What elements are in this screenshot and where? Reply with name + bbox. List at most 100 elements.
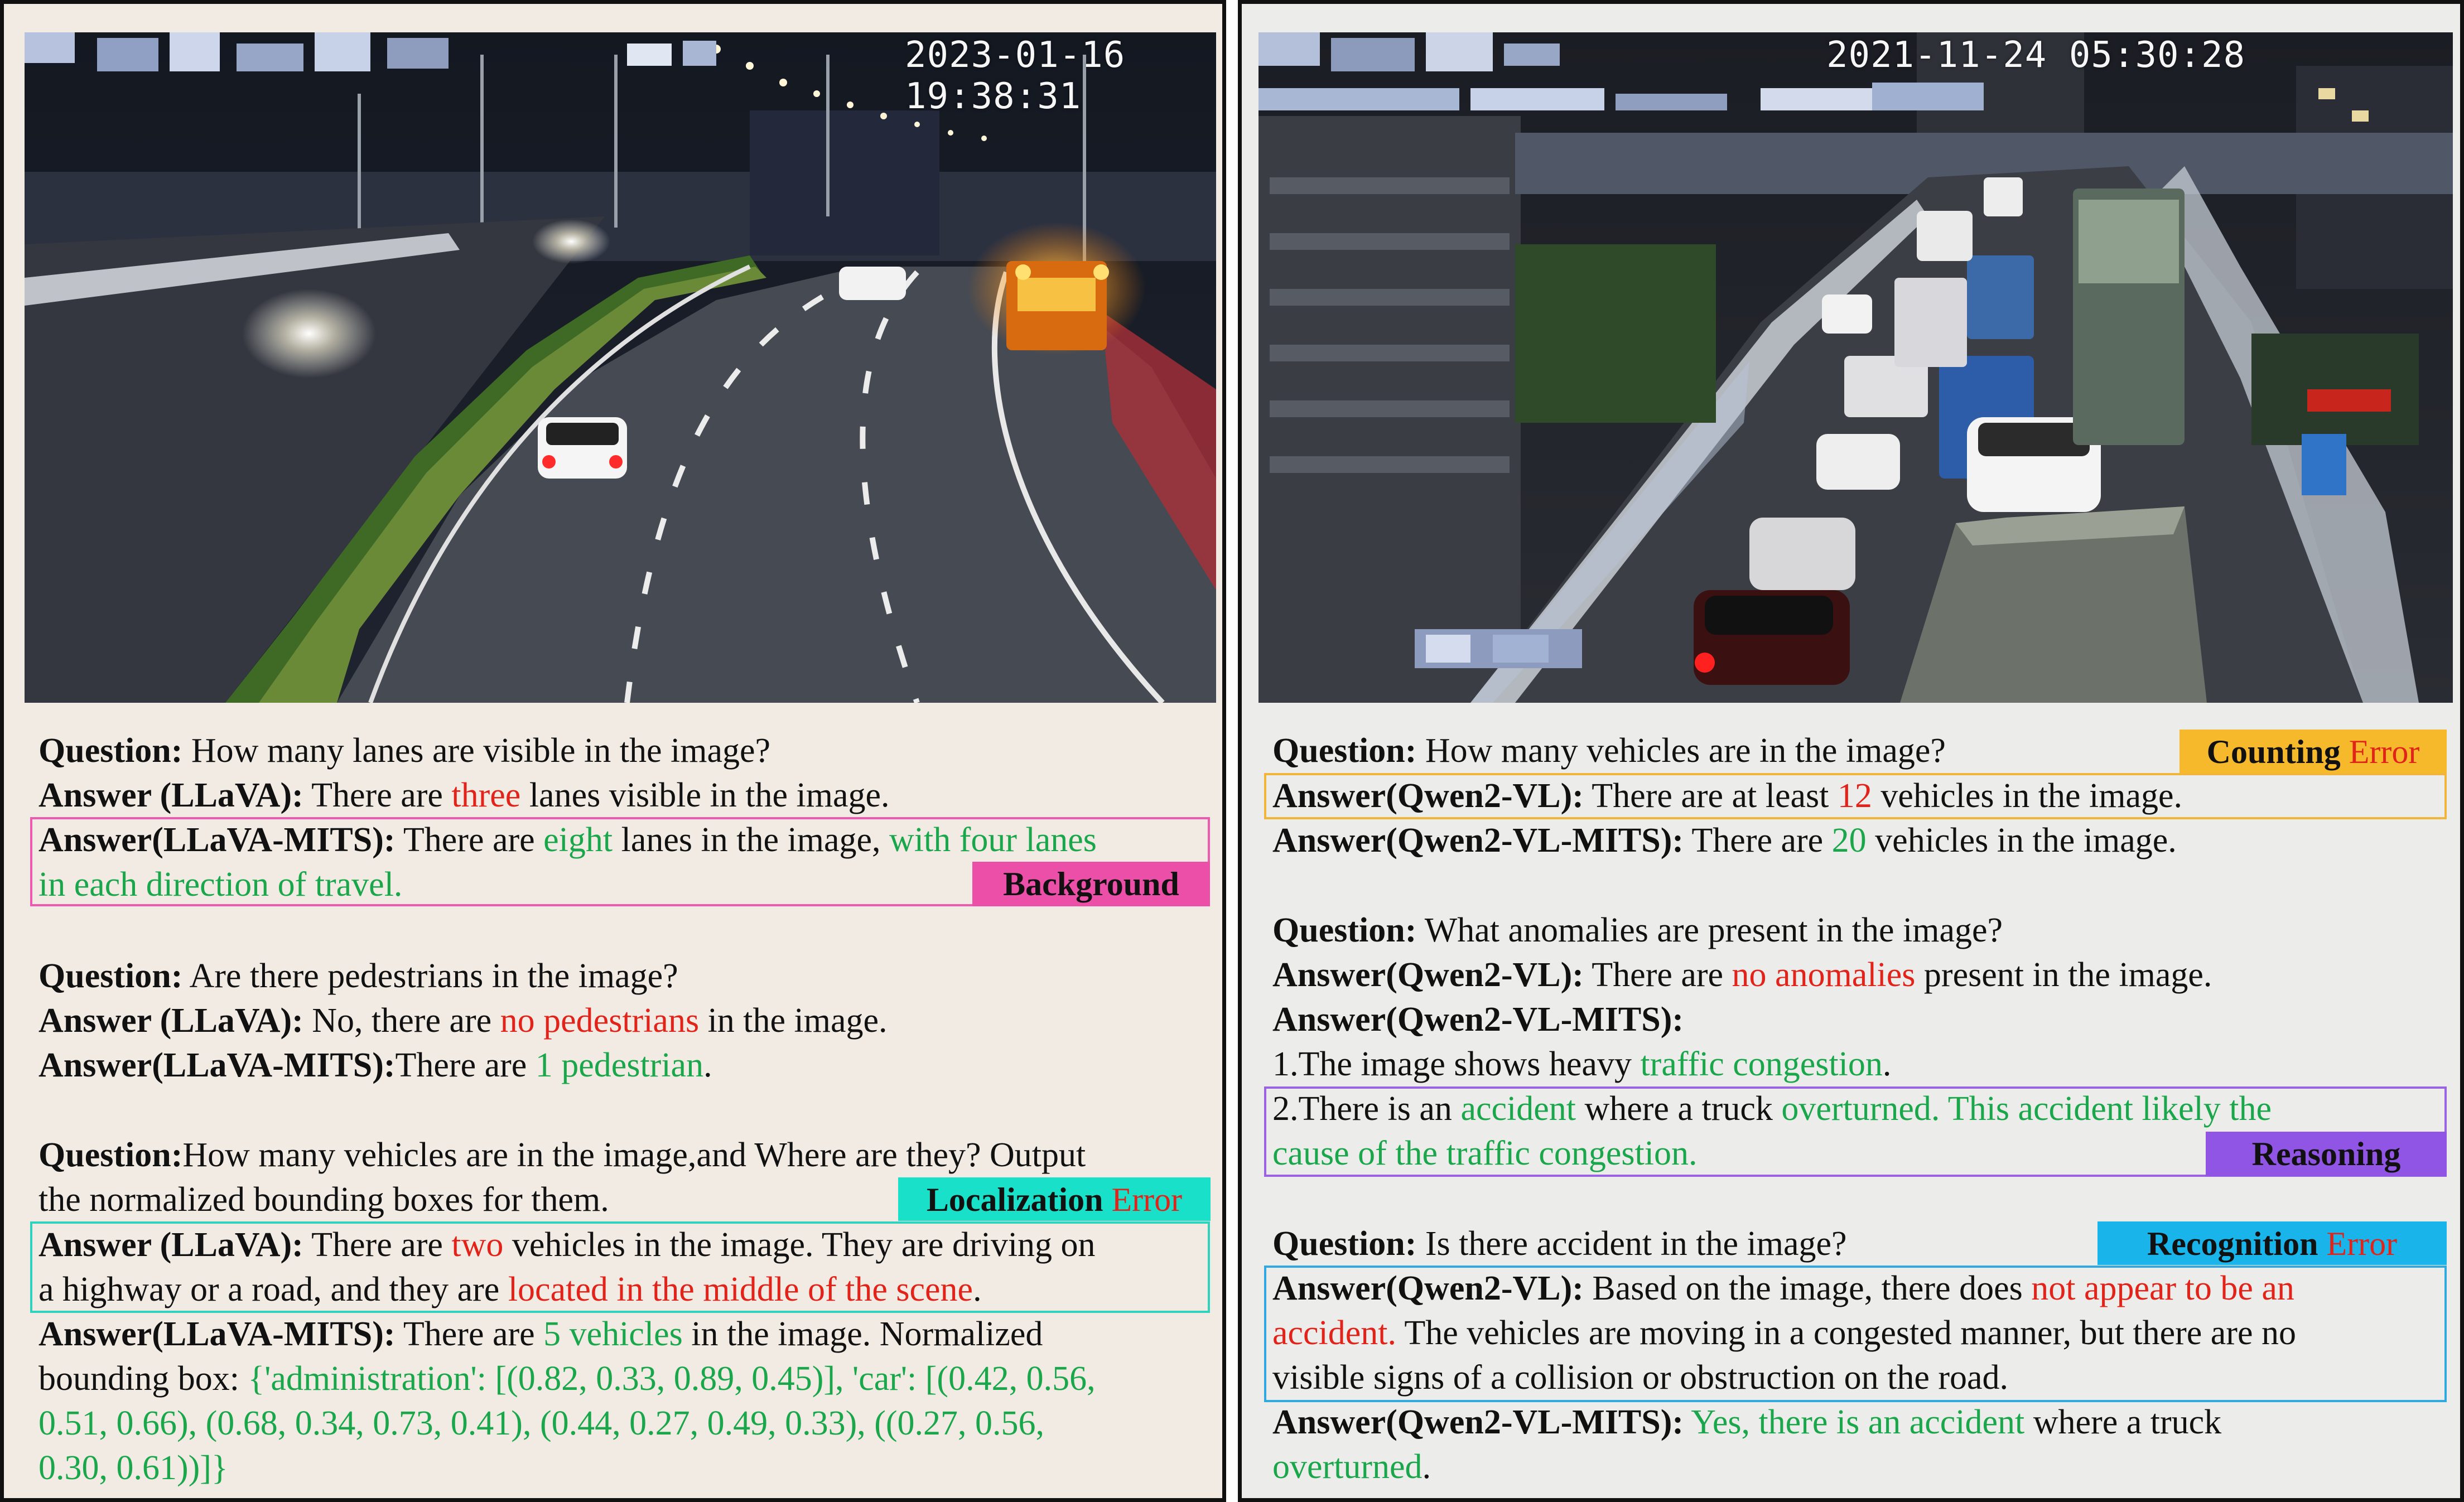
left-q3-answer-mits-line4: 0.30, 0.61))]}: [38, 1449, 228, 1487]
wrong-answer-text: located in the middle of the scene: [508, 1271, 973, 1308]
answer-text: There are: [1684, 822, 1832, 859]
answer-text: 1.The image shows heavy: [1272, 1045, 1641, 1083]
answer-text: .: [703, 1046, 712, 1084]
answer-text: .: [1422, 1448, 1431, 1486]
right-q2-question: Question: What anomalies are present in …: [1272, 908, 2003, 953]
answer-text: in the image.: [699, 1002, 888, 1040]
tag-error-label: Error: [1111, 1181, 1183, 1218]
question-label: Question:: [38, 732, 183, 770]
answer-label: Answer (LLaVA):: [38, 776, 303, 814]
answer-text: lanes visible in the image.: [520, 776, 890, 814]
left-q1-answer-mits-line2: in each direction of travel.: [38, 866, 403, 904]
answer-label: Answer(Qwen2-VL):: [1272, 956, 1584, 994]
right-q3-question: Question: Is there accident in the image…: [1272, 1221, 1847, 1266]
wrong-answer-text: not appear to be an: [2031, 1269, 2294, 1307]
answer-label: Answer(Qwen2-VL):: [1272, 1269, 1584, 1307]
answer-text: Based on the image, there does: [1583, 1269, 2032, 1307]
left-q3-question-line2: the normalized bounding boxes for them.: [38, 1181, 609, 1219]
right-panel: 2021-11-24 05:30:28 Question: How many v…: [1238, 0, 2464, 1502]
wrong-answer-text: 12: [1837, 777, 1872, 815]
left-q1-answer-llava: Answer (LLaVA): There are three lanes vi…: [38, 773, 890, 818]
answer-text: There are: [303, 1226, 452, 1264]
answer-text: a highway or a road, and they are: [38, 1271, 508, 1308]
correct-answer-text: . This accident likely the: [1931, 1090, 2272, 1128]
question-label: Question:: [38, 957, 183, 995]
overpass-congestion-photo: [1258, 32, 2453, 703]
camera-timestamp: 2021-11-24 05:30:28: [1826, 35, 2246, 76]
question-text: Are there pedestrians in the image?: [182, 957, 678, 995]
tag-label: Recognition: [2147, 1225, 2327, 1262]
correct-answer-text: 5 vehicles: [543, 1315, 683, 1353]
question-label: Question:: [1272, 1225, 1417, 1263]
answer-label: Answer (LLaVA):: [38, 1226, 303, 1264]
camera-timestamp: 2023-01-16 19:38:31: [905, 35, 1126, 117]
left-q3-question: Question:How many vehicles are in the im…: [38, 1133, 1086, 1177]
question-text: How many vehicles are in the image,and W…: [182, 1136, 1086, 1174]
correct-answer-text: overturned: [1781, 1090, 1931, 1128]
answer-text: There are: [395, 821, 544, 859]
right-q3-answer-mits: Answer(Qwen2-VL-MITS): Yes, there is an …: [1272, 1400, 2221, 1445]
answer-text: where a truck: [2024, 1403, 2222, 1441]
right-q3-answer-qwen-line3: visible signs of a collision or obstruct…: [1272, 1359, 2009, 1397]
answer-text: .: [1882, 1045, 1892, 1083]
answer-text: The vehicles are moving in a congested m…: [1396, 1314, 2296, 1352]
counting-error-tag: Counting Error: [2179, 730, 2447, 773]
answer-text: vehicles in the image.: [1872, 777, 2182, 815]
question-text: How many lanes are visible in the image?: [182, 732, 771, 770]
answer-label: Answer (LLaVA):: [38, 1002, 303, 1040]
answer-text: present in the image.: [1915, 956, 2212, 994]
right-q2-answer-mits-label: Answer(Qwen2-VL-MITS):: [1272, 1001, 1684, 1039]
right-q1-answer-mits: Answer(Qwen2-VL-MITS): There are 20 vehi…: [1272, 818, 2177, 863]
right-q2-answer-qwen: Answer(Qwen2-VL): There are no anomalies…: [1272, 953, 2212, 997]
answer-label: Answer(Qwen2-VL-MITS):: [1272, 822, 1684, 859]
left-q3-answer-llava-line2: a highway or a road, and they are locate…: [38, 1267, 982, 1312]
right-q3-answer-mits-line2: overturned.: [1272, 1445, 1431, 1489]
right-q2-answer-mits-line3: cause of the traffic congestion.: [1272, 1134, 1698, 1172]
wrong-answer-text: no pedestrians: [500, 1002, 700, 1040]
right-q1-question: Question: How many vehicles are in the i…: [1272, 728, 1946, 773]
reasoning-tag: Reasoning: [2206, 1132, 2447, 1176]
left-q3-answer-mits-line3: 0.51, 0.66), (0.68, 0.34, 0.73, 0.41), (…: [38, 1404, 1045, 1442]
left-q3-answer-mits: Answer(LLaVA-MITS): There are 5 vehicles…: [38, 1312, 1043, 1356]
left-q1-question: Question: How many lanes are visible in …: [38, 728, 770, 773]
correct-answer-text: with four lanes: [889, 821, 1097, 859]
correct-answer-text: 20: [1831, 822, 1867, 859]
localization-error-tag: Localization Error: [898, 1177, 1211, 1221]
answer-text: No, there are: [303, 1002, 500, 1040]
background-tag: Background: [972, 862, 1210, 906]
answer-label: Answer(LLaVA-MITS):: [38, 1315, 396, 1353]
right-q3-answer-qwen: Answer(Qwen2-VL): Based on the image, th…: [1272, 1266, 2294, 1311]
wrong-answer-text: no anomalies: [1732, 956, 1916, 994]
highway-night-photo: [25, 32, 1216, 703]
answer-text: There are: [1583, 956, 1732, 994]
answer-text: vehicles in the image. They are driving …: [503, 1226, 1096, 1264]
answer-text: There are: [395, 1046, 536, 1084]
correct-answer-text: eight: [543, 821, 613, 859]
wrong-answer-text: accident.: [1272, 1314, 1397, 1352]
left-q2-answer-llava: Answer (LLaVA): No, there are no pedestr…: [38, 998, 888, 1043]
answer-text: There are at least: [1583, 777, 1838, 815]
answer-text: bounding box:: [38, 1360, 248, 1398]
answer-label: Answer(Qwen2-VL-MITS):: [1272, 1403, 1684, 1441]
answer-text: where a truck: [1575, 1090, 1782, 1128]
answer-text: There are: [395, 1315, 544, 1353]
correct-answer-text: accident: [1460, 1090, 1576, 1128]
tag-error-label: Error: [2349, 733, 2420, 770]
answer-text: .: [973, 1271, 982, 1308]
tag-label: Localization: [926, 1181, 1112, 1218]
tag-label: Counting: [2206, 733, 2349, 770]
right-q1-answer-qwen: Answer(Qwen2-VL): There are at least 12 …: [1272, 774, 2182, 818]
left-q2-answer-mits: Answer(LLaVA-MITS):There are 1 pedestria…: [38, 1043, 712, 1088]
correct-answer-text: Yes, there is an accident: [1684, 1403, 2025, 1441]
recognition-error-tag: Recognition Error: [2097, 1221, 2447, 1265]
answer-text: There are: [303, 776, 452, 814]
wrong-answer-text: three: [451, 776, 521, 814]
wrong-answer-text: two: [451, 1226, 504, 1264]
answer-text: lanes in the image,: [613, 821, 889, 859]
right-q3-answer-qwen-line2: accident. The vehicles are moving in a c…: [1272, 1311, 2296, 1355]
left-q2-question: Question: Are there pedestrians in the i…: [38, 954, 678, 998]
left-q1-answer-mits: Answer(LLaVA-MITS): There are eight lane…: [38, 818, 1097, 862]
answer-label: Answer(Qwen2-VL):: [1272, 777, 1584, 815]
answer-label: Answer(LLaVA-MITS):: [38, 821, 396, 859]
question-label: Question:: [1272, 911, 1417, 949]
